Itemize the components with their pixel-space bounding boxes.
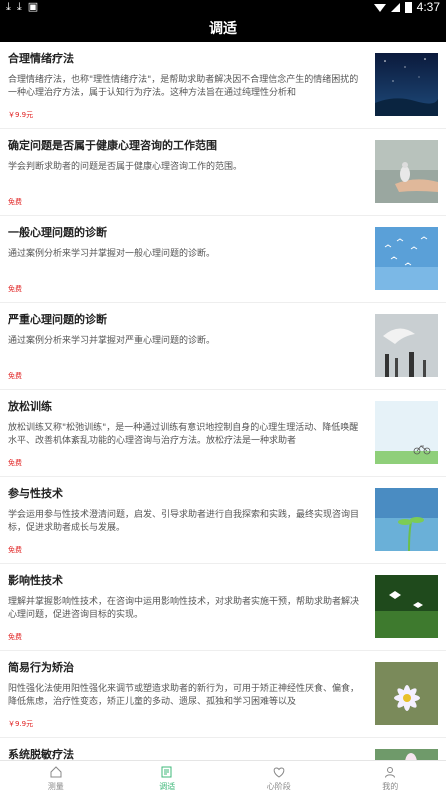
item-price: 免费	[8, 546, 22, 554]
list-item[interactable]: 合理情绪疗法 合理情绪疗法，也称"理性情绪疗法"，是帮助求助者解决因不合理信念产…	[0, 42, 446, 129]
list-item[interactable]: 影响性技术 理解并掌握影响性技术，在咨询中运用影响性技术，对求助者实施干预，帮助…	[0, 564, 446, 651]
list-item[interactable]: 严重心理问题的诊断 通过案例分析来学习并掌握对严重心理问题的诊断。 免费	[0, 303, 446, 390]
download-icon: ⤓	[6, 0, 11, 13]
course-list[interactable]: 合理情绪疗法 合理情绪疗法，也称"理性情绪疗法"，是帮助求助者解决因不合理信念产…	[0, 42, 446, 760]
item-description: 通过案例分析来学习并掌握对一般心理问题的诊断。	[8, 249, 216, 259]
bottom-tab-bar: 测量 调适 心阶段 我的	[0, 760, 446, 795]
signal-icon	[390, 2, 400, 12]
item-title: 合理情绪疗法	[8, 52, 74, 65]
crane-image	[375, 314, 438, 377]
list-item[interactable]: 放松训练 放松训练又称"松弛训练"，是一种通过训练有意识地控制自身的心理生理活动…	[0, 390, 446, 477]
wifi-icon	[373, 4, 386, 12]
user-icon	[385, 766, 396, 778]
flower-image	[375, 749, 438, 760]
battery-icon	[404, 1, 412, 13]
bicycle-meadow-image	[375, 401, 438, 464]
list-item[interactable]: 简易行为矫治 阳性强化法使用阳性强化来调节或塑造求助者的新行为，可用于矫正神经性…	[0, 651, 446, 738]
item-description: 学会运用参与性技术澄清问题，启发、引导求助者进行自我探索和实践，最终实现咨询目标…	[8, 510, 360, 533]
tab-heart-stage[interactable]: 心阶段	[223, 761, 335, 795]
butterflies-image	[375, 575, 438, 638]
bird-on-hand-image	[375, 140, 438, 203]
sprout-image	[375, 488, 438, 551]
list-item[interactable]: 参与性技术 学会运用参与性技术澄清问题，启发、引导求助者进行自我探索和实践，最终…	[0, 477, 446, 564]
status-time: 4:37	[416, 0, 440, 14]
tab-measure[interactable]: 测量	[0, 761, 112, 795]
item-title: 放松训练	[8, 400, 52, 413]
item-description: 通过案例分析来学习并掌握对严重心理问题的诊断。	[8, 336, 216, 346]
item-description: 合理情绪疗法，也称"理性情绪疗法"，是帮助求助者解决因不合理信念产生的情绪困扰的…	[8, 75, 359, 98]
item-description: 放松训练又称"松弛训练"，是一种通过训练有意识地控制自身的心理生理活动、降低唤醒…	[8, 423, 359, 446]
item-description: 阳性强化法使用阳性强化来调节或塑造求助者的新行为，可用于矫正神经性厌食、偏食，降…	[8, 684, 360, 707]
list-item[interactable]: 一般心理问题的诊断 通过案例分析来学习并掌握对一般心理问题的诊断。 免费	[0, 216, 446, 303]
list-item[interactable]: 确定问题是否属于健康心理咨询的工作范围 学会判断求助者的问题是否属于健康心理咨询…	[0, 129, 446, 216]
item-title: 系统脱敏疗法	[8, 748, 74, 760]
page-title: 调适	[0, 14, 446, 42]
tab-label: 我的	[382, 781, 399, 791]
notification-icon: ▣	[27, 0, 39, 13]
flower-image	[375, 662, 438, 725]
edit-icon	[161, 766, 172, 777]
tab-label: 测量	[47, 781, 64, 791]
item-price: 免费	[8, 633, 22, 641]
tab-mine[interactable]: 我的	[335, 761, 446, 795]
item-price: 免费	[8, 372, 22, 380]
tab-label: 调适	[159, 781, 176, 791]
tab-adjust[interactable]: 调适	[112, 761, 224, 795]
item-title: 确定问题是否属于健康心理咨询的工作范围	[8, 139, 217, 152]
tab-label: 心阶段	[266, 781, 291, 791]
item-price: 免费	[8, 198, 22, 206]
heart-icon	[273, 766, 285, 778]
item-price: 免费	[8, 459, 22, 467]
status-bar: ⤓ ⤓ ▣ 4:37	[0, 0, 446, 14]
item-title: 参与性技术	[8, 487, 63, 500]
item-description: 学会判断求助者的问题是否属于健康心理咨询工作的范围。	[8, 162, 243, 172]
item-price: ￥9.9元	[8, 720, 34, 728]
item-title: 简易行为矫治	[8, 661, 74, 674]
download-icon: ⤓	[16, 0, 22, 13]
birds-flying-image	[375, 227, 438, 290]
item-title: 一般心理问题的诊断	[8, 226, 107, 239]
item-title: 影响性技术	[8, 574, 63, 587]
item-title: 严重心理问题的诊断	[8, 313, 107, 326]
item-description: 理解并掌握影响性技术，在咨询中运用影响性技术，对求助者实施干预，帮助求助者解决心…	[8, 597, 360, 620]
item-price: 免费	[8, 285, 22, 293]
item-price: ￥9.9元	[8, 111, 34, 119]
night-sky-image	[375, 53, 438, 116]
home-icon	[50, 765, 62, 777]
list-item[interactable]: 系统脱敏疗法	[0, 738, 446, 760]
